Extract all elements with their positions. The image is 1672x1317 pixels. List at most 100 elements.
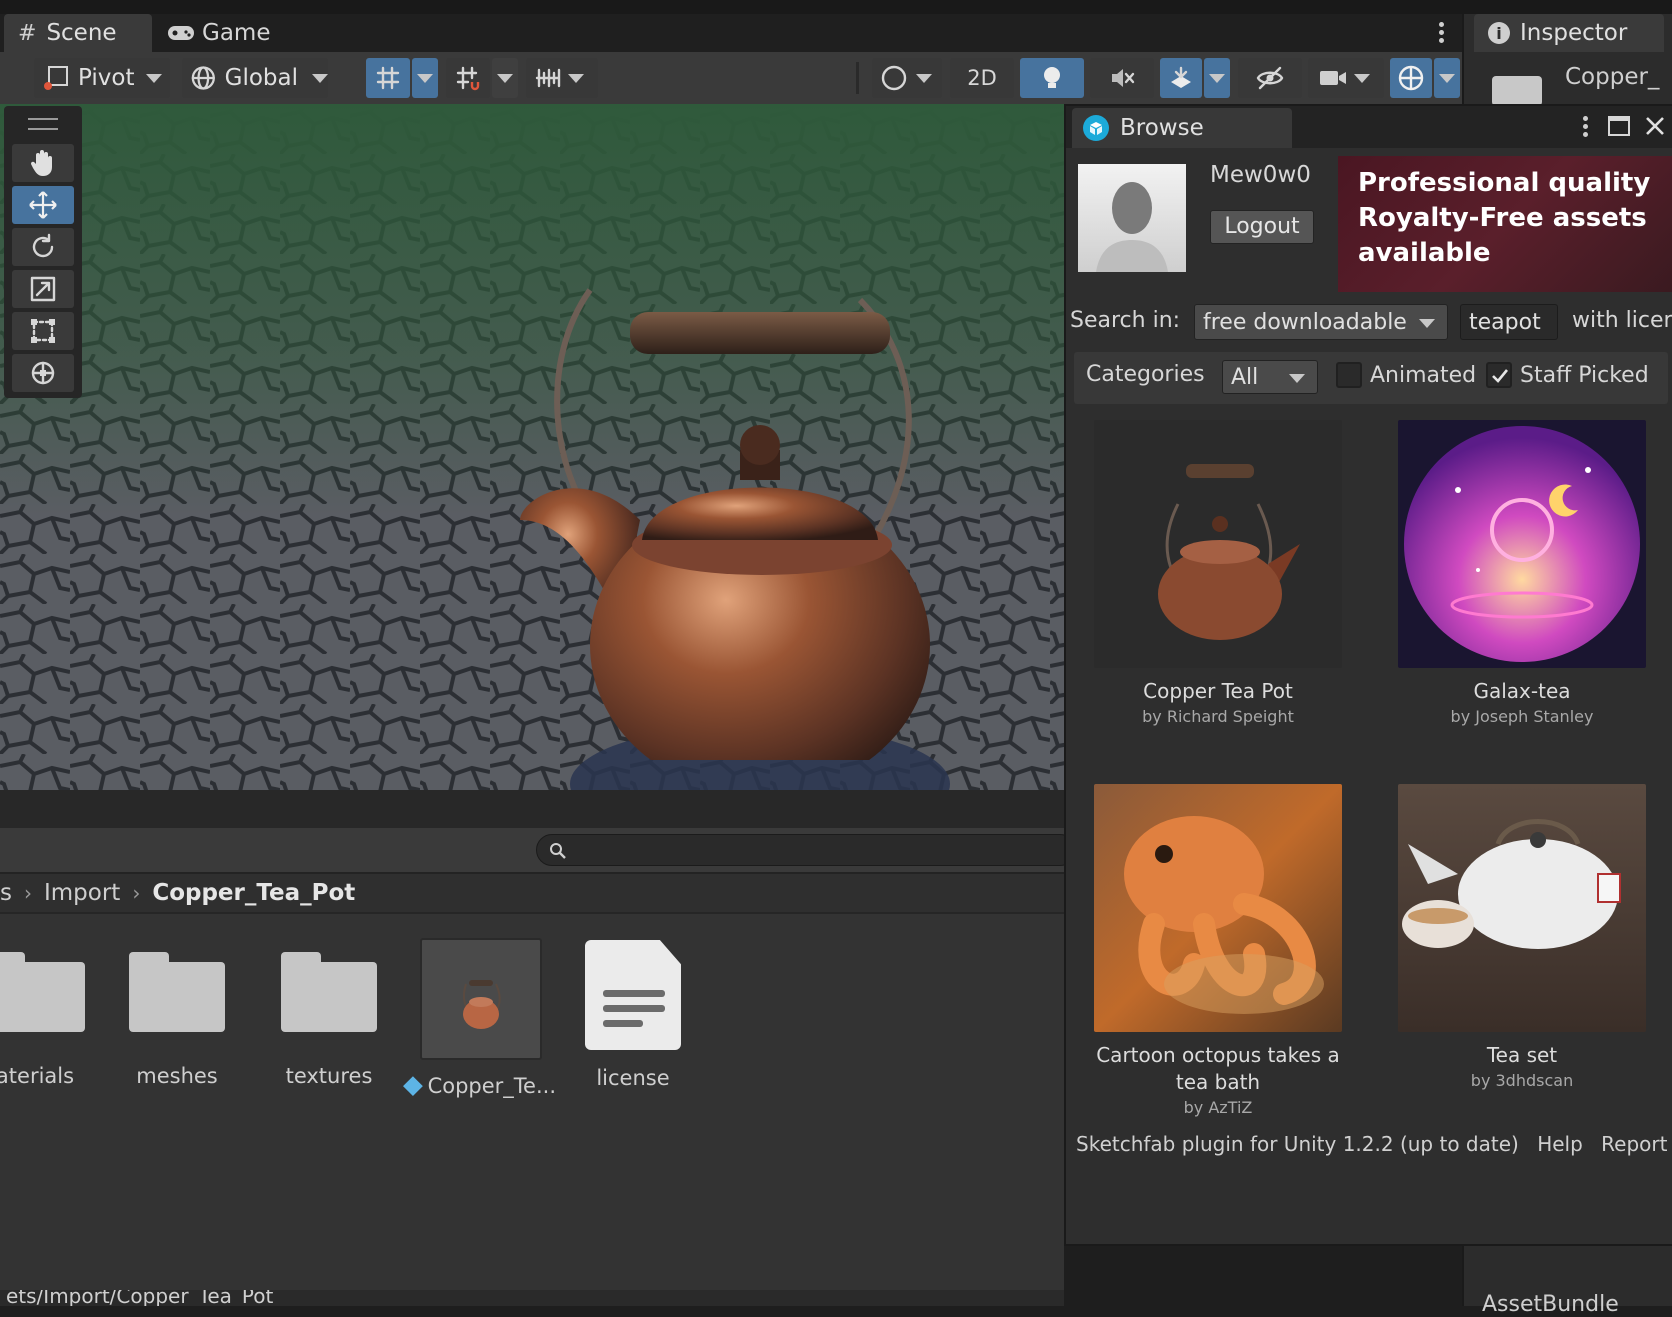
pivot-dropdown[interactable]: Pivot: [34, 58, 170, 98]
animated-checkbox[interactable]: Animated: [1336, 362, 1476, 388]
chevron-down-icon: [568, 73, 584, 83]
rotate-tool[interactable]: [12, 228, 74, 266]
result-author: by Joseph Stanley: [1450, 707, 1594, 726]
asset-textures-folder[interactable]: textures: [254, 890, 404, 1088]
effects-button[interactable]: [1160, 58, 1202, 98]
transform-all-icon: [31, 361, 55, 385]
chevron-down-icon: [1354, 73, 1370, 83]
search-in-label: Search in:: [1070, 308, 1181, 333]
plugin-version: Sketchfab plugin for Unity 1.2.2 (up to …: [1076, 1132, 1519, 1156]
browse-menu-icon[interactable]: [1581, 116, 1589, 137]
help-link[interactable]: Help: [1537, 1132, 1583, 1156]
camera-button[interactable]: [1308, 58, 1384, 98]
staff-picked-label: Staff Picked: [1520, 362, 1649, 388]
grid-snap-button[interactable]: [366, 58, 410, 98]
project-path: ets/Import/Copper_Tea_Pot: [6, 1290, 274, 1306]
transform-tool[interactable]: [12, 354, 74, 392]
chevron-down-icon: [497, 73, 513, 83]
asset-copper-tea-pot-prefab[interactable]: Copper_Te...: [403, 890, 556, 1098]
tea-set-thumbnail-icon: [1402, 819, 1621, 949]
result-card[interactable]: Galax-tea by Joseph Stanley: [1398, 420, 1646, 726]
asset-materials-folder[interactable]: aterials: [0, 890, 110, 1088]
logout-button[interactable]: Logout: [1210, 210, 1314, 244]
result-title: Tea set: [1486, 1043, 1558, 1067]
scene-viewport[interactable]: [0, 104, 1064, 790]
grid-snap-dropdown[interactable]: [412, 58, 438, 98]
chevron-down-icon: [916, 73, 932, 83]
result-author: by Richard Speight: [1142, 707, 1294, 726]
increment-snap-dropdown[interactable]: [492, 58, 518, 98]
gizmos-dropdown[interactable]: [1434, 58, 1460, 98]
ruler-button[interactable]: [526, 58, 598, 98]
search-scope-dropdown[interactable]: free downloadable: [1194, 304, 1448, 340]
tab-inspector[interactable]: i Inspector: [1474, 14, 1664, 52]
ruler-icon: [535, 68, 561, 88]
tab-scene[interactable]: # Scene: [4, 14, 152, 52]
promo-banner[interactable]: Professional quality Royalty-Free assets…: [1338, 156, 1672, 292]
sketchfab-logo-icon: [1083, 115, 1109, 141]
result-thumbnail: [1398, 420, 1646, 668]
rect-tool[interactable]: [12, 312, 74, 350]
checkbox-box: [1336, 362, 1362, 388]
result-card[interactable]: Copper Tea Pot by Richard Speight: [1094, 420, 1342, 726]
teapot-model: [520, 288, 930, 760]
license-label: with licen: [1572, 308, 1672, 333]
pivot-icon: [44, 66, 68, 90]
result-card[interactable]: Tea set by 3dhdscan: [1398, 784, 1646, 1090]
grid-snap-icon: [376, 66, 400, 90]
browse-tab[interactable]: Browse: [1072, 108, 1292, 148]
hand-icon: [30, 150, 52, 176]
asset-label: license: [596, 1066, 670, 1090]
scene-grid-icon: #: [18, 20, 37, 46]
staff-picked-checkbox[interactable]: Staff Picked: [1486, 362, 1649, 388]
hidden-objects-toggle[interactable]: [1238, 58, 1302, 98]
banner-line-2: Royalty-Free assets: [1358, 203, 1647, 233]
project-status-bar: ets/Import/Copper_Tea_Pot: [0, 1290, 1064, 1306]
move-tool[interactable]: [12, 186, 74, 224]
audio-toggle[interactable]: [1090, 58, 1154, 98]
chevron-down-icon: [1439, 73, 1455, 83]
tab-game-label: Game: [202, 20, 271, 46]
close-icon[interactable]: [1644, 115, 1666, 137]
global-dropdown[interactable]: Global: [182, 58, 328, 98]
query-input[interactable]: teapot: [1460, 304, 1558, 340]
maximize-icon[interactable]: [1608, 116, 1630, 136]
lighting-toggle[interactable]: [1020, 58, 1084, 98]
text-file-icon: [585, 940, 681, 1050]
result-author: by 3dhdscan: [1470, 1071, 1574, 1090]
gizmos-button[interactable]: [1390, 58, 1432, 98]
chevron-down-icon: [1289, 374, 1305, 383]
asset-meshes-folder[interactable]: meshes: [102, 890, 252, 1088]
category-dropdown[interactable]: All: [1222, 360, 1318, 394]
mode-2d-toggle[interactable]: 2D: [950, 58, 1014, 98]
project-tab-strip: [0, 790, 1064, 828]
info-icon: i: [1488, 22, 1510, 44]
tab-scene-label: Scene: [46, 20, 117, 46]
report-issue-link[interactable]: Report an i: [1601, 1132, 1672, 1156]
teapot-thumbnail-icon: [1158, 464, 1300, 640]
asset-license-file[interactable]: license: [558, 890, 708, 1090]
result-card[interactable]: Cartoon octopus takes a tea bath by AzTi…: [1094, 784, 1342, 1117]
checkmark-icon: [1492, 369, 1509, 383]
eye-slash-icon: [1256, 66, 1284, 90]
effects-dropdown[interactable]: [1204, 58, 1230, 98]
project-search-input[interactable]: [536, 834, 1076, 866]
galaxy-teacup-thumbnail-icon: [1404, 426, 1640, 662]
tool-palette-handle[interactable]: [28, 118, 58, 130]
browse-footer: Sketchfab plugin for Unity 1.2.2 (up to …: [1076, 1132, 1672, 1156]
increment-snap-button[interactable]: [446, 58, 490, 98]
asset-label: textures: [285, 1064, 373, 1088]
scene-tab-menu-icon[interactable]: [1436, 22, 1446, 46]
tab-inspector-label: Inspector: [1520, 20, 1628, 46]
hand-tool[interactable]: [12, 144, 74, 182]
scale-tool[interactable]: [12, 270, 74, 308]
browse-title: Browse: [1120, 115, 1204, 141]
shading-mode-dropdown[interactable]: [872, 58, 942, 98]
prefab-cube-icon: [403, 1076, 423, 1096]
asset-label-row: Copper_Te...: [403, 1074, 556, 1098]
scale-icon: [30, 276, 56, 302]
animated-label: Animated: [1370, 362, 1477, 388]
tab-game[interactable]: Game: [166, 14, 326, 52]
chevron-down-icon: [417, 73, 433, 83]
query-value: teapot: [1469, 309, 1541, 335]
